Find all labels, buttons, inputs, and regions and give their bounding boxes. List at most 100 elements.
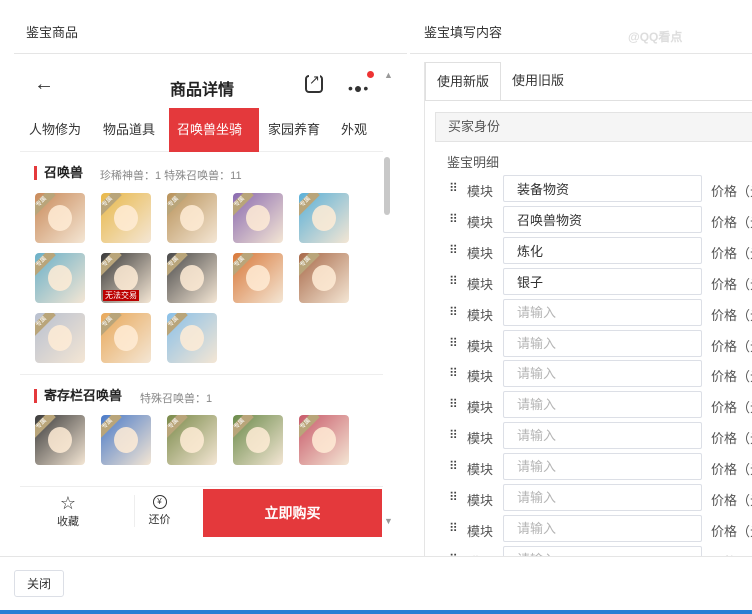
drag-handle-icon[interactable]: ⠿ (449, 242, 459, 258)
yuan-icon: ¥ (152, 495, 167, 509)
pet-avatar[interactable]: 专属 (35, 313, 85, 363)
drag-handle-icon[interactable]: ⠿ (449, 335, 459, 351)
taskbar-strip (0, 610, 752, 614)
module-label: 模块 (467, 307, 494, 323)
drag-handle-icon[interactable]: ⠿ (449, 396, 459, 412)
dialog-footer: 关闭 (0, 556, 752, 614)
pet-avatar[interactable]: 专属 (167, 253, 217, 303)
tab-summons-mounts[interactable]: 召唤兽坐骑 (169, 108, 259, 152)
bargain-button[interactable]: ¥ 还价 (134, 495, 184, 527)
watermark: @QQ看点 (628, 30, 683, 44)
close-button[interactable]: 关闭 (14, 570, 64, 597)
module-name-input[interactable] (503, 514, 702, 542)
module-name-input[interactable] (503, 484, 702, 511)
module-row: ⠿ 模块 价格（元） (447, 236, 752, 264)
pet-portrait (246, 427, 270, 453)
pet-avatar[interactable]: 专属 (233, 415, 283, 465)
scrollbar-thumb[interactable] (384, 157, 390, 215)
pet-avatar[interactable]: 专属 (233, 253, 283, 303)
summons-grid: 专属 专属 专属 专属 专属 专属 专属 无法交易 专属 专属 专属 专属 专属 专属 (35, 193, 349, 363)
right-header-divider (410, 53, 752, 54)
back-arrow-icon[interactable]: ← (34, 74, 54, 94)
buyer-identity-section[interactable]: 买家身份 (435, 112, 752, 142)
pet-avatar[interactable]: 专属 (167, 313, 217, 363)
module-row: ⠿ 模块 价格（元） (447, 484, 752, 511)
tab-appearance[interactable]: 外观 (335, 108, 375, 152)
module-label: 模块 (467, 276, 494, 292)
module-label: 模块 (467, 493, 494, 508)
pet-portrait (48, 265, 72, 291)
module-row: ⠿ 模块 价格（元） (447, 175, 752, 202)
pet-avatar[interactable]: 专属 (101, 193, 151, 243)
section-summons-stats: 珍稀神兽：1 特殊召唤兽：11 (100, 170, 242, 182)
drag-handle-icon[interactable]: ⠿ (449, 520, 459, 536)
drag-handle-icon[interactable]: ⠿ (449, 180, 459, 196)
pet-avatar[interactable]: 专属 (35, 253, 85, 303)
pet-portrait (114, 205, 138, 231)
pet-avatar[interactable]: 专属 (299, 415, 349, 465)
price-label: 价格（元） (711, 307, 752, 323)
share-icon[interactable] (305, 72, 323, 93)
tab-old-version[interactable]: 使用旧版 (501, 62, 575, 100)
drag-handle-icon[interactable]: ⠿ (449, 458, 459, 474)
pet-avatar[interactable]: 专属 (233, 193, 283, 243)
module-row: ⠿ 模块 价格（元） (447, 267, 752, 295)
left-header-divider (14, 53, 407, 54)
phone-bottom-bar: ☆ 收藏 ¥ 还价 立即购买 (20, 486, 383, 537)
phone-top-bar: ← 商品详情 •●• (20, 62, 383, 108)
price-label: 价格（元） (711, 400, 752, 416)
drag-handle-icon[interactable]: ⠿ (449, 273, 459, 289)
pet-avatar[interactable]: 专属 (101, 313, 151, 363)
price-label: 价格（元） (711, 214, 752, 230)
pet-avatar[interactable]: 专属 (167, 193, 217, 243)
tab-home[interactable]: 家园养育 (259, 108, 335, 152)
module-label: 模块 (467, 400, 494, 416)
more-icon[interactable]: •●• (348, 80, 369, 96)
pet-avatar[interactable]: 专属 无法交易 (101, 253, 151, 303)
module-name-input[interactable] (503, 236, 702, 264)
pet-portrait (180, 265, 204, 291)
module-name-input[interactable] (503, 453, 702, 481)
section-summons-title: 召唤兽 (34, 166, 83, 180)
pet-avatar[interactable]: 专属 (299, 253, 349, 303)
pet-avatar[interactable]: 专属 (35, 193, 85, 243)
drag-handle-icon[interactable]: ⠿ (449, 489, 459, 505)
module-name-input[interactable] (503, 298, 702, 326)
module-name-input[interactable] (503, 329, 702, 357)
left-panel-title: 鉴宝商品 (26, 25, 79, 40)
module-name-input[interactable] (503, 267, 702, 295)
tab-new-version[interactable]: 使用新版 (425, 62, 502, 100)
drag-handle-icon[interactable]: ⠿ (449, 211, 459, 227)
pet-avatar[interactable]: 专属 (35, 415, 85, 465)
price-label: 价格（元） (711, 523, 752, 539)
pet-avatar[interactable]: 专属 (167, 415, 217, 465)
buy-now-button[interactable]: 立即购买 (203, 489, 382, 537)
module-label: 模块 (467, 369, 494, 385)
tab-items[interactable]: 物品道具 (103, 108, 169, 152)
storage-grid: 专属 专属 专属 专属 专属 (35, 415, 349, 465)
pet-avatar[interactable]: 专属 (299, 193, 349, 243)
product-preview-phone: ← 商品详情 •●• ▲ 人物修为 物品道具 召唤兽坐骑 家园养育 外观 召唤兽… (20, 62, 400, 540)
section-storage-title: 寄存栏召唤兽 (34, 389, 122, 403)
price-label: 价格（元） (711, 462, 752, 478)
pet-portrait (180, 325, 204, 351)
module-name-input[interactable] (503, 205, 702, 233)
tab-character[interactable]: 人物修为 (29, 108, 103, 152)
favorite-button[interactable]: ☆ 收藏 (48, 493, 88, 529)
module-name-input[interactable] (503, 175, 702, 202)
scroll-down-arrow-icon[interactable]: ▼ (384, 516, 393, 526)
pet-portrait (48, 205, 72, 231)
drag-handle-icon[interactable]: ⠿ (449, 365, 459, 381)
module-name-input[interactable] (503, 422, 702, 450)
pet-avatar[interactable]: 专属 (101, 415, 151, 465)
category-tabs: 人物修为 物品道具 召唤兽坐骑 家园养育 外观 (20, 108, 383, 152)
drag-handle-icon[interactable]: ⠿ (449, 427, 459, 443)
scroll-up-arrow-icon[interactable]: ▲ (384, 70, 393, 80)
price-label: 价格（元） (711, 431, 752, 447)
pet-portrait (312, 265, 336, 291)
bargain-label: 还价 (148, 514, 171, 526)
module-name-input[interactable] (503, 360, 702, 388)
pet-portrait (48, 325, 72, 351)
module-name-input[interactable] (503, 391, 702, 419)
drag-handle-icon[interactable]: ⠿ (449, 304, 459, 320)
